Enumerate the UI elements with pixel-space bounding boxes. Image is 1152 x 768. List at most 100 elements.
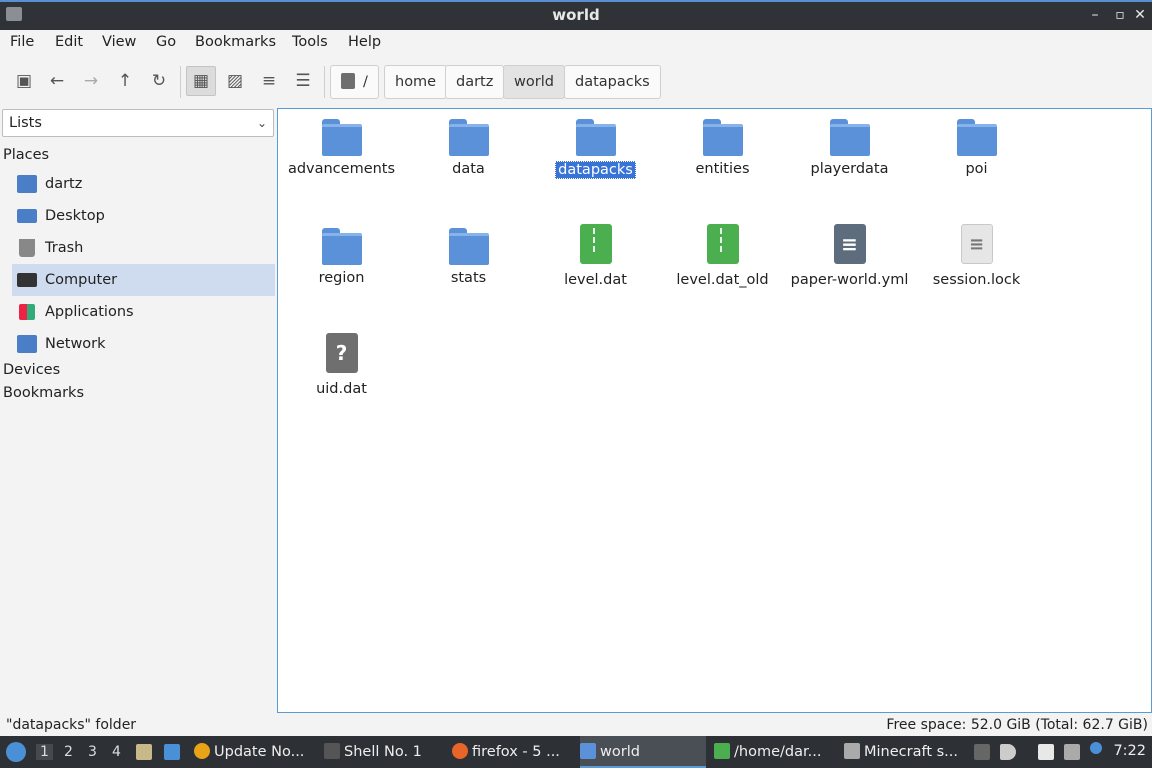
menu-tools[interactable]: Tools [292, 34, 328, 50]
folder-icon [321, 228, 362, 265]
breadcrumb-dartz[interactable]: dartz [445, 65, 505, 99]
workspace-3[interactable]: 3 [88, 744, 97, 760]
minimize-button[interactable]: – [1085, 5, 1105, 25]
task-label: /home/dar... [734, 744, 822, 760]
file-item-advancements[interactable]: advancements [279, 109, 404, 177]
file-name: uid.dat [316, 381, 367, 397]
new-tab-icon[interactable]: ▣ [9, 66, 39, 96]
devices-header[interactable]: Devices [3, 362, 60, 378]
clipboard-icon[interactable] [1038, 744, 1054, 760]
task-label: firefox - 5 ... [472, 744, 560, 760]
thumbnail-view-icon[interactable]: ▨ [220, 66, 250, 96]
workspace-4[interactable]: 4 [112, 744, 121, 760]
select-value: Lists [9, 115, 42, 131]
folder-icon [956, 119, 997, 156]
network-icon [17, 335, 37, 353]
folder-icon [702, 119, 743, 156]
file-item-paper-world-yml[interactable]: ≡ paper-world.yml [787, 218, 912, 288]
sidebar-item-dartz[interactable]: dartz [12, 168, 275, 200]
file-item-session-lock[interactable]: ≡ session.lock [914, 218, 1039, 288]
task-minecraft[interactable]: Minecraft s... [844, 736, 966, 768]
sidebar-item-network[interactable]: Network [12, 328, 275, 360]
file-item-entities[interactable]: entities [660, 109, 785, 177]
breadcrumb-datapacks[interactable]: datapacks [564, 65, 661, 99]
file-name: level.dat [564, 272, 627, 288]
file-item-playerdata[interactable]: playerdata [787, 109, 912, 177]
sidebar-item-label: Applications [45, 304, 134, 320]
sidebar-item-label: Computer [45, 272, 118, 288]
archive-icon [579, 224, 612, 264]
clock[interactable]: 7:22 [1113, 743, 1146, 759]
sidebar-item-trash[interactable]: Trash [12, 232, 275, 264]
home-folder-icon [17, 175, 37, 193]
task-update-notifier[interactable]: Update No... [194, 736, 316, 768]
breadcrumb-world[interactable]: world [503, 65, 565, 99]
chevron-down-icon: ⌄ [256, 116, 267, 130]
task-firefox[interactable]: firefox - 5 ... [452, 736, 572, 768]
workspace-1[interactable]: 1 [36, 744, 53, 760]
detailed-list-view-icon[interactable]: ☰ [288, 66, 318, 96]
desktop-icon [17, 209, 37, 223]
breadcrumb-home[interactable]: home [384, 65, 448, 99]
forward-arrow-icon[interactable]: → [76, 66, 106, 96]
compact-view-icon[interactable]: ≡ [254, 66, 284, 96]
volume-icon[interactable] [1000, 744, 1016, 760]
breadcrumb-root[interactable]: / [330, 65, 379, 99]
file-name: datapacks [555, 161, 636, 179]
menu-edit[interactable]: Edit [55, 34, 83, 50]
menu-go[interactable]: Go [156, 34, 176, 50]
telegram-icon [844, 743, 860, 759]
up-arrow-icon[interactable]: ↑ [110, 66, 140, 96]
notification-icon[interactable] [1090, 742, 1102, 754]
task-label: world [600, 744, 640, 760]
unknown-file-icon: ? [325, 333, 358, 373]
file-name: session.lock [932, 272, 1021, 288]
terminal-icon [324, 743, 340, 759]
file-name: stats [450, 270, 487, 286]
file-item-uid-dat[interactable]: ? uid.dat [279, 327, 404, 397]
close-button[interactable]: ✕ [1130, 5, 1150, 25]
sidebar-item-label: Trash [45, 240, 84, 256]
file-item-level-dat-old[interactable]: level.dat_old [660, 218, 785, 288]
file-item-data[interactable]: data [406, 109, 531, 177]
desktop-launcher-icon[interactable] [164, 744, 180, 760]
back-arrow-icon[interactable]: ← [42, 66, 72, 96]
menu-bookmarks[interactable]: Bookmarks [195, 34, 276, 50]
folder-icon [448, 228, 489, 265]
task-archive-manager[interactable]: /home/dar... [714, 736, 836, 768]
menu-view[interactable]: View [102, 34, 136, 50]
reload-icon[interactable]: ↻ [144, 66, 174, 96]
menu-help[interactable]: Help [348, 34, 381, 50]
network-icon[interactable] [1064, 744, 1080, 760]
file-item-poi[interactable]: poi [914, 109, 1039, 177]
menu-file[interactable]: File [10, 34, 34, 50]
taskbar: 1 2 3 4 Update No... Shell No. 1 firefox… [0, 736, 1152, 768]
sidebar-item-desktop[interactable]: Desktop [12, 200, 275, 232]
sidebar-item-computer[interactable]: Computer [12, 264, 275, 296]
drive-icon [341, 73, 355, 89]
start-menu-icon[interactable] [6, 742, 26, 762]
file-item-datapacks[interactable]: datapacks [533, 109, 658, 179]
places-header[interactable]: Places [3, 147, 49, 163]
toolbar: ▣ ← → ↑ ↻ ▦ ▨ ≡ ☰ / home dartz world dat… [0, 58, 1152, 104]
file-manager-launcher-icon[interactable] [136, 744, 152, 760]
file-name: paper-world.yml [790, 272, 909, 288]
maximize-button[interactable]: ▫ [1110, 5, 1130, 25]
battery-icon[interactable] [974, 744, 990, 760]
sidebar-item-label: dartz [45, 176, 83, 192]
icon-view-icon[interactable]: ▦ [186, 66, 216, 96]
side-pane-mode-select[interactable]: Lists ⌄ [2, 109, 274, 137]
sidebar-item-applications[interactable]: Applications [12, 296, 275, 328]
file-item-stats[interactable]: stats [406, 218, 531, 286]
file-item-level-dat[interactable]: level.dat [533, 218, 658, 288]
file-view[interactable]: advancements data datapacks entities pla… [277, 108, 1152, 713]
file-name: entities [695, 161, 750, 177]
firefox-icon [452, 743, 468, 759]
toolbar-separator [324, 66, 325, 98]
workspace-2[interactable]: 2 [64, 744, 73, 760]
task-shell[interactable]: Shell No. 1 [324, 736, 442, 768]
file-item-region[interactable]: region [279, 218, 404, 286]
selection-status: "datapacks" folder [6, 717, 137, 733]
task-world[interactable]: world [580, 736, 706, 768]
bookmarks-header[interactable]: Bookmarks [3, 385, 84, 401]
